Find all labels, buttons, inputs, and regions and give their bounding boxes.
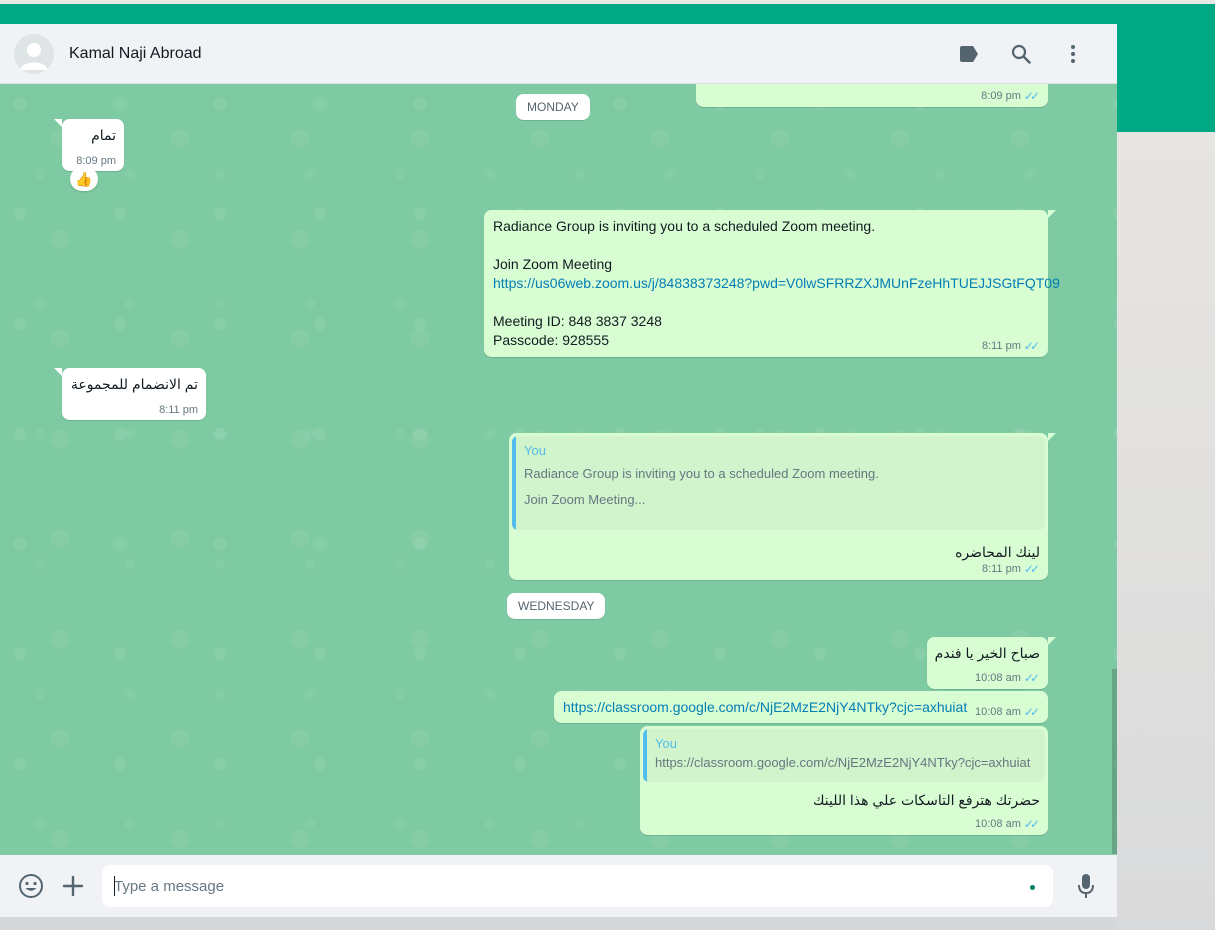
quote-author: You (524, 443, 546, 458)
date-separator: WEDNESDAY (507, 593, 606, 619)
quote-author: You (655, 736, 677, 751)
microphone-icon[interactable] (1065, 865, 1107, 907)
message-meta: 8:09 pm (76, 155, 116, 167)
message-meta: 8:11 pm ✓✓ (982, 339, 1040, 353)
message-bubble-outgoing[interactable]: صباح الخير يا فندم 10:08 am ✓✓ (927, 637, 1056, 689)
chat-scrollbar[interactable] (1112, 669, 1117, 854)
status-dot (1030, 885, 1035, 890)
read-ticks-icon: ✓✓ (1023, 817, 1040, 831)
message-list[interactable]: 8:09 pm ✓✓ MONDAY تمام 8:09 pm 👍 Radianc… (0, 84, 1117, 855)
message-bubble-incoming[interactable]: تمام 8:09 pm (54, 119, 124, 171)
message-text-line: Passcode: 928555 (493, 332, 609, 348)
read-ticks-icon: ✓✓ (1023, 562, 1040, 576)
message-time: 8:11 pm (159, 404, 198, 416)
date-separator: MONDAY (516, 94, 590, 120)
message-time: 10:08 am (975, 706, 1021, 718)
default-avatar-icon[interactable] (14, 33, 54, 74)
read-ticks-icon: ✓✓ (1023, 705, 1040, 719)
message-meta: 10:08 am ✓✓ (975, 671, 1040, 685)
message-bubble-outgoing[interactable]: Radiance Group is inviting you to a sche… (484, 210, 1060, 357)
background-accent-panel (1117, 4, 1215, 132)
read-ticks-icon: ✓✓ (1023, 339, 1040, 353)
message-time: 8:11 pm (981, 340, 1021, 352)
message-input-wrapper (102, 865, 1053, 907)
plus-icon[interactable] (52, 865, 94, 907)
message-meta: 8:11 pm ✓✓ (982, 562, 1040, 576)
message-input[interactable] (114, 877, 1041, 895)
text-caret (114, 876, 115, 896)
message-text: تمام (91, 127, 116, 143)
message-time: 10:08 am (975, 672, 1021, 684)
bottom-edge (0, 917, 1117, 930)
message-text: صباح الخير يا فندم (934, 645, 1040, 661)
message-bubble-outgoing[interactable]: 8:09 pm ✓✓ (696, 84, 1048, 107)
message-text: لينك المحاضره (955, 544, 1040, 560)
message-text-line: Meeting ID: 848 3837 3248 (493, 313, 662, 329)
message-meta: 8:11 pm (159, 404, 198, 416)
quote-text-line: Radiance Group is inviting you to a sche… (524, 466, 879, 481)
message-text-line: Radiance Group is inviting you to a sche… (493, 218, 876, 234)
background-panel (1117, 132, 1215, 930)
thumbs-up-icon: 👍 (75, 170, 93, 187)
zoom-meeting-link[interactable]: https://us06web.zoom.us/j/84838373248?pw… (493, 274, 1060, 293)
message-time: 8:11 pm (981, 563, 1021, 575)
more-vertical-icon[interactable] (1061, 42, 1085, 66)
message-bubble-outgoing[interactable]: https://classroom.google.com/c/NjE2MzE2N… (554, 691, 1048, 723)
reaction-badge[interactable]: 👍 (70, 167, 98, 191)
message-time: 8:09 pm (76, 155, 116, 167)
read-ticks-icon: ✓✓ (1023, 89, 1040, 103)
message-text-line: Join Zoom Meeting (493, 256, 613, 272)
contact-name[interactable]: Kamal Naji Abroad (69, 45, 957, 63)
read-ticks-icon: ✓✓ (1023, 671, 1040, 685)
quote-text-line: Join Zoom Meeting... (524, 492, 646, 507)
message-meta: 10:08 am ✓✓ (975, 817, 1040, 831)
quoted-message[interactable]: You https://classroom.google.com/c/NjE2M… (643, 729, 1045, 782)
message-text: تم الانضمام للمجموعة (70, 376, 198, 392)
top-accent-strip (0, 4, 1215, 24)
quoted-message[interactable]: You Radiance Group is inviting you to a … (512, 436, 1045, 530)
chat-window: Kamal Naji Abroad 8:09 pm ✓✓ MONDAY تمام (0, 24, 1117, 917)
composer-bar (0, 855, 1117, 917)
message-meta: 10:08 am ✓✓ (975, 705, 1040, 719)
message-meta: 8:09 pm ✓✓ (981, 89, 1040, 103)
message-bubble-outgoing[interactable]: You Radiance Group is inviting you to a … (509, 433, 1056, 580)
chat-header: Kamal Naji Abroad (0, 24, 1117, 84)
header-actions (957, 42, 1085, 66)
search-icon[interactable] (1009, 42, 1033, 66)
classroom-link[interactable]: https://classroom.google.com/c/NjE2MzE2N… (563, 699, 967, 715)
message-bubble-incoming[interactable]: تم الانضمام للمجموعة 8:11 pm (54, 368, 206, 420)
emoji-icon[interactable] (10, 865, 52, 907)
message-bubble-outgoing[interactable]: You https://classroom.google.com/c/NjE2M… (640, 726, 1048, 835)
message-time: 10:08 am (975, 818, 1021, 830)
label-icon[interactable] (957, 42, 981, 66)
message-text: حضرتك هترفع التاسكات علي هذا اللينك (812, 792, 1040, 808)
message-time: 8:09 pm (981, 90, 1021, 102)
quote-text-line: https://classroom.google.com/c/NjE2MzE2N… (655, 755, 1031, 770)
